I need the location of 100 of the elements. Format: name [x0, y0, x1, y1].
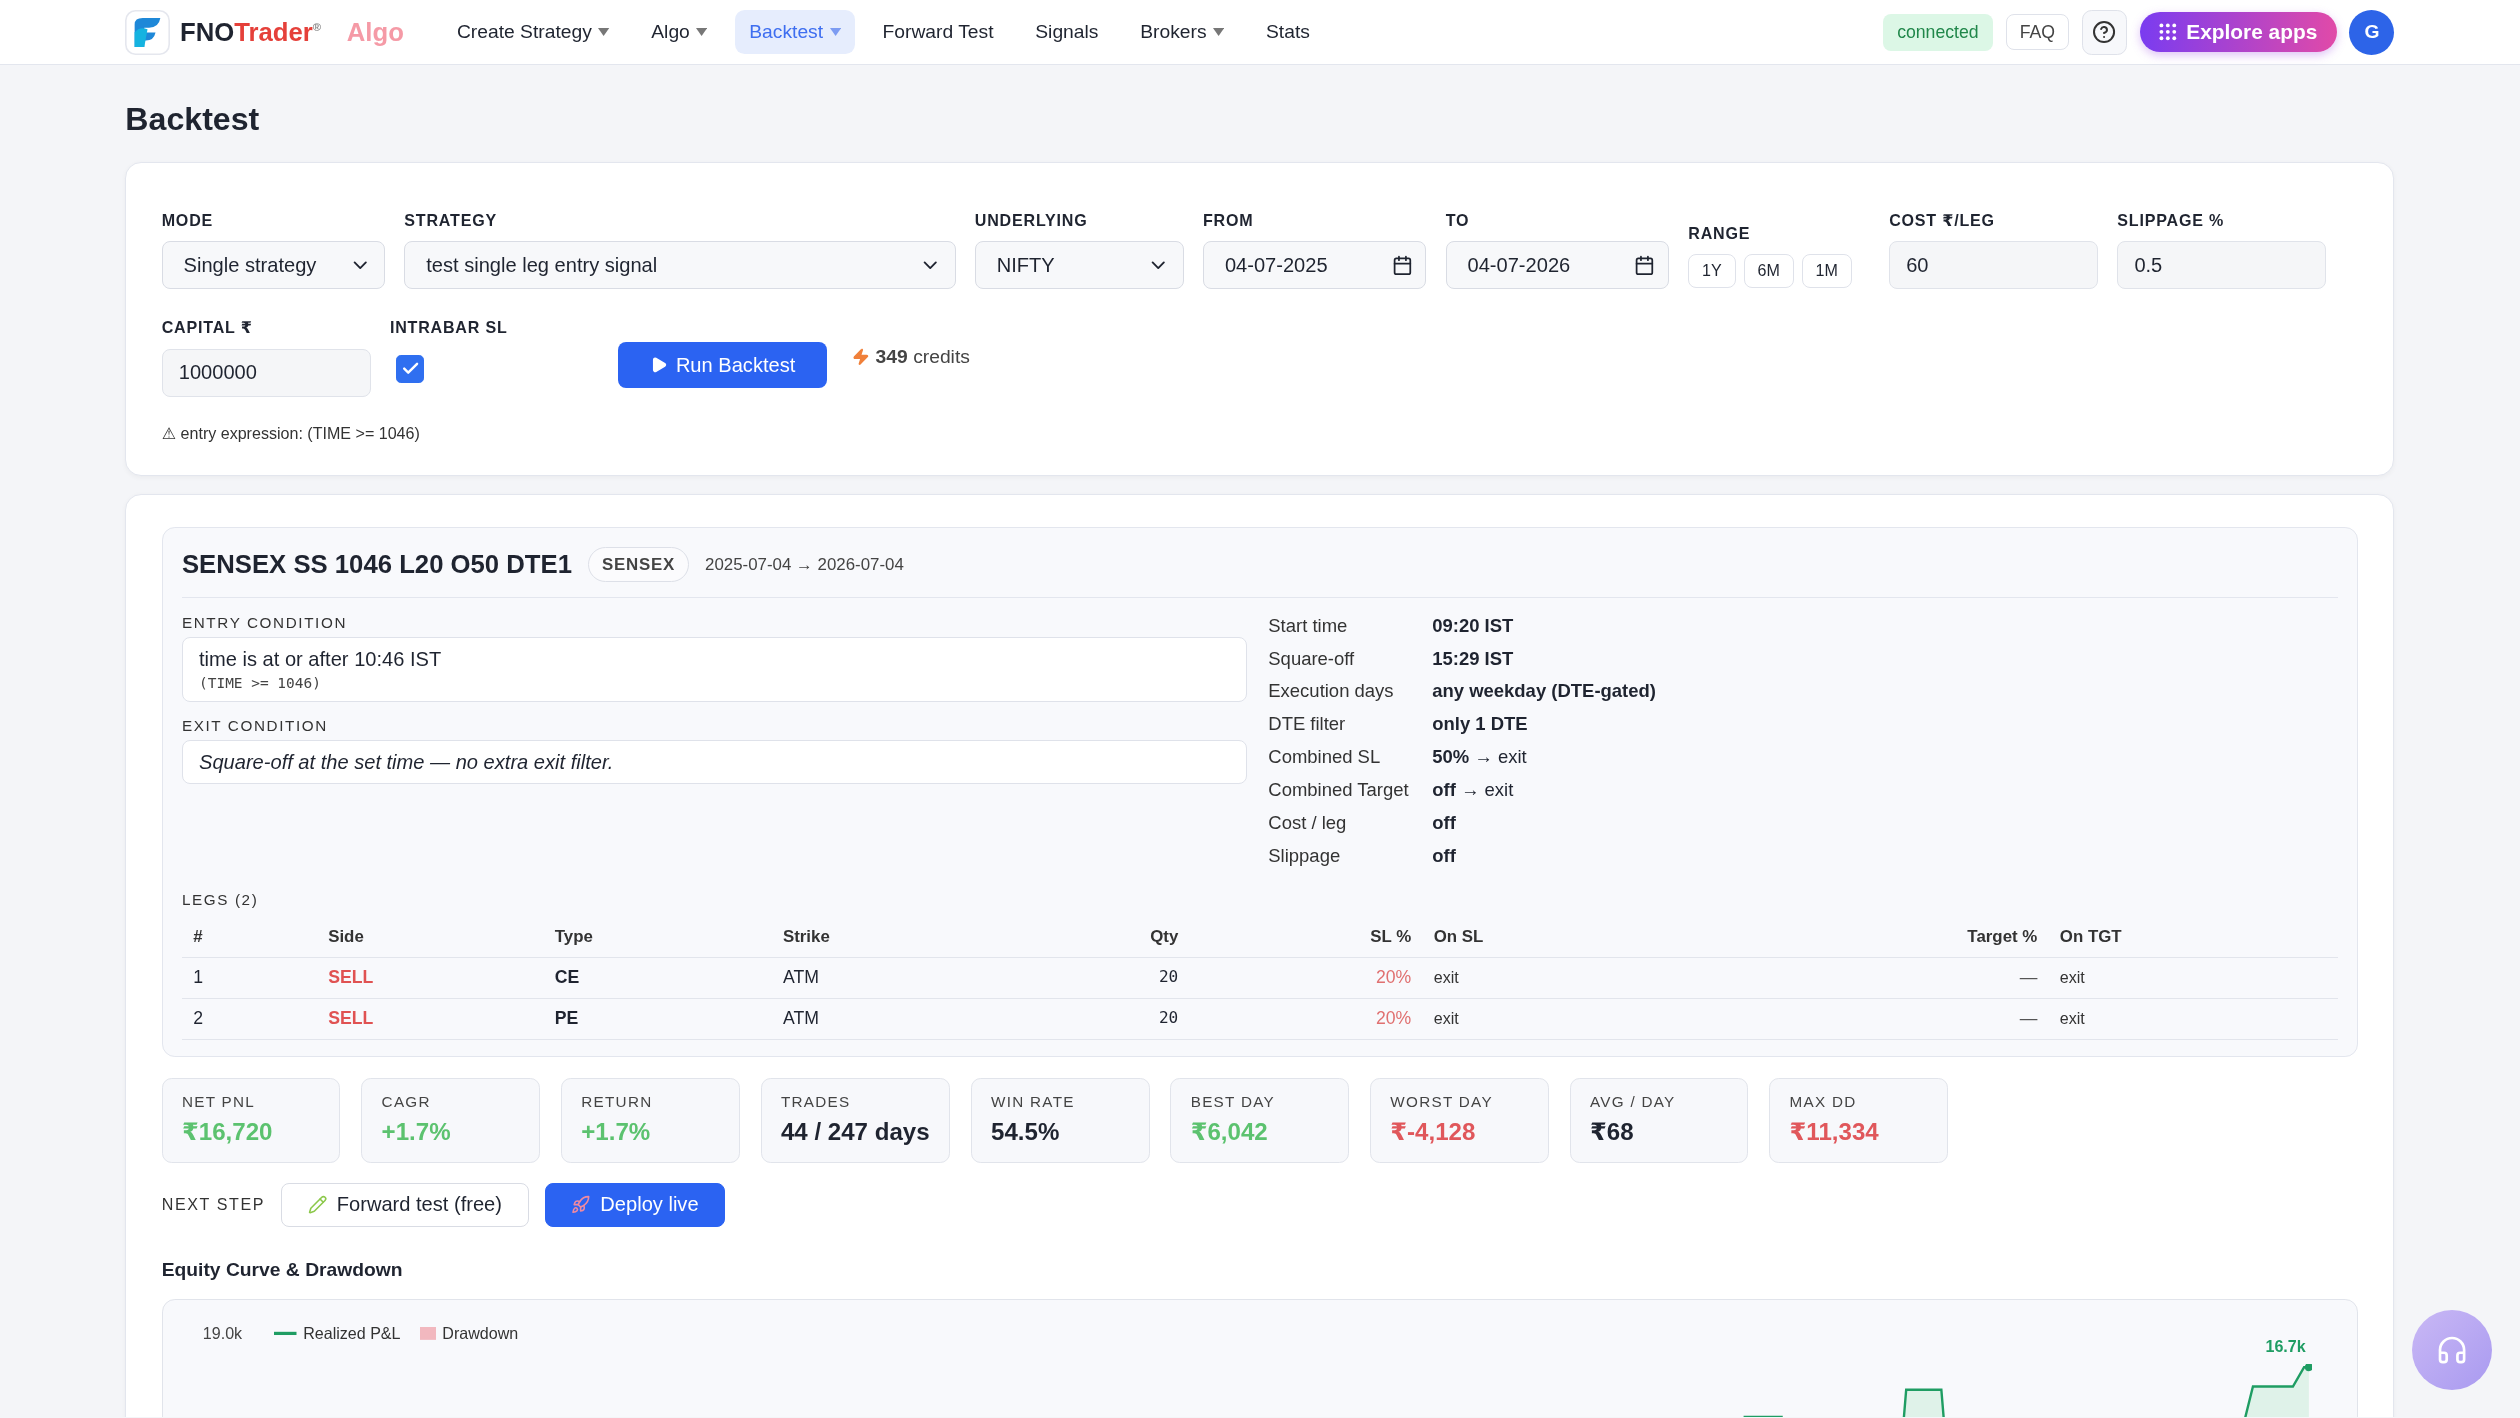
- table-cell-text: SELL: [327, 1007, 375, 1031]
- nav-item[interactable]: Brokers: [1125, 9, 1239, 55]
- user-avatar[interactable]: G: [2349, 9, 2395, 55]
- input-field[interactable]: 1000000: [161, 348, 371, 397]
- forward-test-button[interactable]: Forward test (free): [281, 1182, 529, 1227]
- underlying-badge: SENSEX: [588, 547, 689, 583]
- axis-tick-label: 19.0k: [202, 1323, 243, 1343]
- column-header: Strike: [781, 925, 831, 948]
- connection-status: connected: [1882, 13, 1994, 51]
- detail-value: off → exit: [1432, 778, 1515, 803]
- nav-item[interactable]: Signals: [1020, 9, 1113, 55]
- stat-value: 44 / 247 days: [780, 1118, 930, 1147]
- nav-item[interactable]: Forward Test: [868, 9, 1008, 55]
- stat-label: CAGR: [381, 1093, 432, 1111]
- brand-name: FNOTrader$^{®}$: [179, 17, 322, 47]
- condition-text: time is at or after 10:46 IST: [199, 647, 443, 671]
- detail-value: 15:29 IST: [1432, 646, 1515, 671]
- field-label: INTRABAR SL: [389, 318, 509, 338]
- detail-value: any weekday (DTE-gated): [1432, 679, 1656, 704]
- table-cell-text: exit: [1432, 1008, 1460, 1030]
- detail-label: Execution days: [1268, 679, 1395, 704]
- table-cell-text: —: [2018, 966, 2039, 990]
- field-label: CAPITAL ₹: [161, 318, 254, 338]
- section-label: LEGS (2): [181, 890, 259, 908]
- lightning-icon: [851, 347, 870, 366]
- stat-value: +1.7%: [381, 1118, 452, 1147]
- detail-value: 50% → exit: [1432, 745, 1528, 770]
- section-label: EXIT CONDITION: [181, 716, 329, 734]
- select-field[interactable]: test single leg entry signal: [404, 241, 956, 290]
- caret-icon: [598, 28, 610, 37]
- table-cell-text: 20%: [1374, 966, 1413, 990]
- caret-icon: [829, 28, 841, 37]
- credits-text: 349 credits: [875, 345, 970, 368]
- page-title: Backtest: [125, 100, 261, 138]
- condition-text: Square-off at the set time — no extra exit filter.: [199, 750, 615, 774]
- calendar-icon: [1634, 254, 1656, 276]
- detail-label: Cost / leg: [1268, 811, 1348, 836]
- table-cell-text: exit: [2058, 967, 2086, 989]
- field-label: MODE: [161, 210, 215, 230]
- stat-value: ₹-4,128: [1390, 1118, 1477, 1147]
- table-cell-text: 20%: [1374, 1007, 1413, 1031]
- range-button[interactable]: 1M: [1801, 254, 1852, 288]
- nav-item[interactable]: Algo: [636, 9, 722, 55]
- stat-value: ₹16,720: [181, 1118, 274, 1147]
- help-icon: [2092, 20, 2117, 45]
- select-field[interactable]: NIFTY: [974, 241, 1184, 290]
- help-button[interactable]: [2081, 9, 2127, 55]
- input-field[interactable]: 0.5: [2117, 241, 2327, 290]
- table-cell-text: exit: [2058, 1008, 2086, 1030]
- table-cell-text: CE: [553, 966, 581, 990]
- checkbox[interactable]: [396, 354, 424, 383]
- table-cell-text: ATM: [781, 966, 820, 990]
- date-field[interactable]: 04-07-2025: [1203, 241, 1427, 290]
- stat-label: WIN RATE: [991, 1093, 1076, 1111]
- stat-label: WORST DAY: [1390, 1093, 1494, 1111]
- field-label: STRATEGY: [404, 210, 499, 230]
- nav-item[interactable]: Backtest: [734, 9, 856, 55]
- table-cell-text: 1: [192, 966, 205, 990]
- stat-value: ₹68: [1589, 1118, 1635, 1147]
- caret-icon: [696, 28, 708, 37]
- table-cell-text: exit: [1432, 967, 1460, 989]
- table-cell-text: —: [2018, 1007, 2039, 1031]
- nav-item[interactable]: Stats: [1251, 9, 1325, 55]
- table-cell-text: 20: [1157, 966, 1180, 989]
- logo-icon: [125, 9, 171, 55]
- select-field[interactable]: Single strategy: [161, 241, 386, 290]
- deploy-button[interactable]: Deploy live: [544, 1182, 726, 1227]
- nav-item[interactable]: Create Strategy: [442, 9, 624, 55]
- detail-label: DTE filter: [1268, 712, 1347, 737]
- stat-label: AVG / DAY: [1589, 1093, 1677, 1111]
- stat-value: ₹11,334: [1789, 1118, 1880, 1147]
- input-field[interactable]: 60: [1889, 241, 2099, 290]
- field-label: COST ₹/LEG: [1889, 210, 1996, 230]
- detail-label: Square-off: [1268, 646, 1356, 671]
- run-backtest-button[interactable]: Run Backtest: [618, 342, 828, 388]
- column-header: Target %: [1966, 925, 2039, 948]
- section-label: ENTRY CONDITION: [181, 613, 348, 631]
- table-cell-text: 20: [1157, 1007, 1180, 1030]
- range-button[interactable]: 6M: [1743, 254, 1794, 288]
- strategy-title: SENSEX SS 1046 L20 O50 DTE1: [181, 550, 572, 580]
- date-range: 2025-07-04 → 2026-07-04: [705, 554, 904, 575]
- table-cell-text: SELL: [327, 966, 375, 990]
- column-header: On TGT: [2058, 925, 2123, 948]
- field-label: TO: [1445, 210, 1471, 230]
- detail-label: Combined SL: [1268, 745, 1382, 770]
- date-field[interactable]: 04-07-2026: [1445, 241, 1669, 290]
- next-step-label: NEXT STEP: [161, 1195, 266, 1215]
- stat-value: 54.5%: [991, 1118, 1061, 1147]
- chart-title: Equity Curve & Drawdown: [161, 1259, 404, 1282]
- stat-label: RETURN: [581, 1093, 654, 1111]
- faq-button[interactable]: FAQ: [2005, 14, 2069, 51]
- detail-label: Combined Target: [1268, 778, 1410, 803]
- detail-label: Start time: [1268, 613, 1349, 638]
- explore-apps-button[interactable]: Explore apps: [2139, 12, 2337, 53]
- field-label: SLIPPAGE %: [2117, 210, 2226, 230]
- field-label: UNDERLYING: [974, 210, 1089, 230]
- stat-label: BEST DAY: [1190, 1093, 1276, 1111]
- field-label: FROM: [1203, 210, 1255, 230]
- range-button[interactable]: 1Y: [1688, 254, 1736, 288]
- table-cell-text: ATM: [781, 1007, 820, 1031]
